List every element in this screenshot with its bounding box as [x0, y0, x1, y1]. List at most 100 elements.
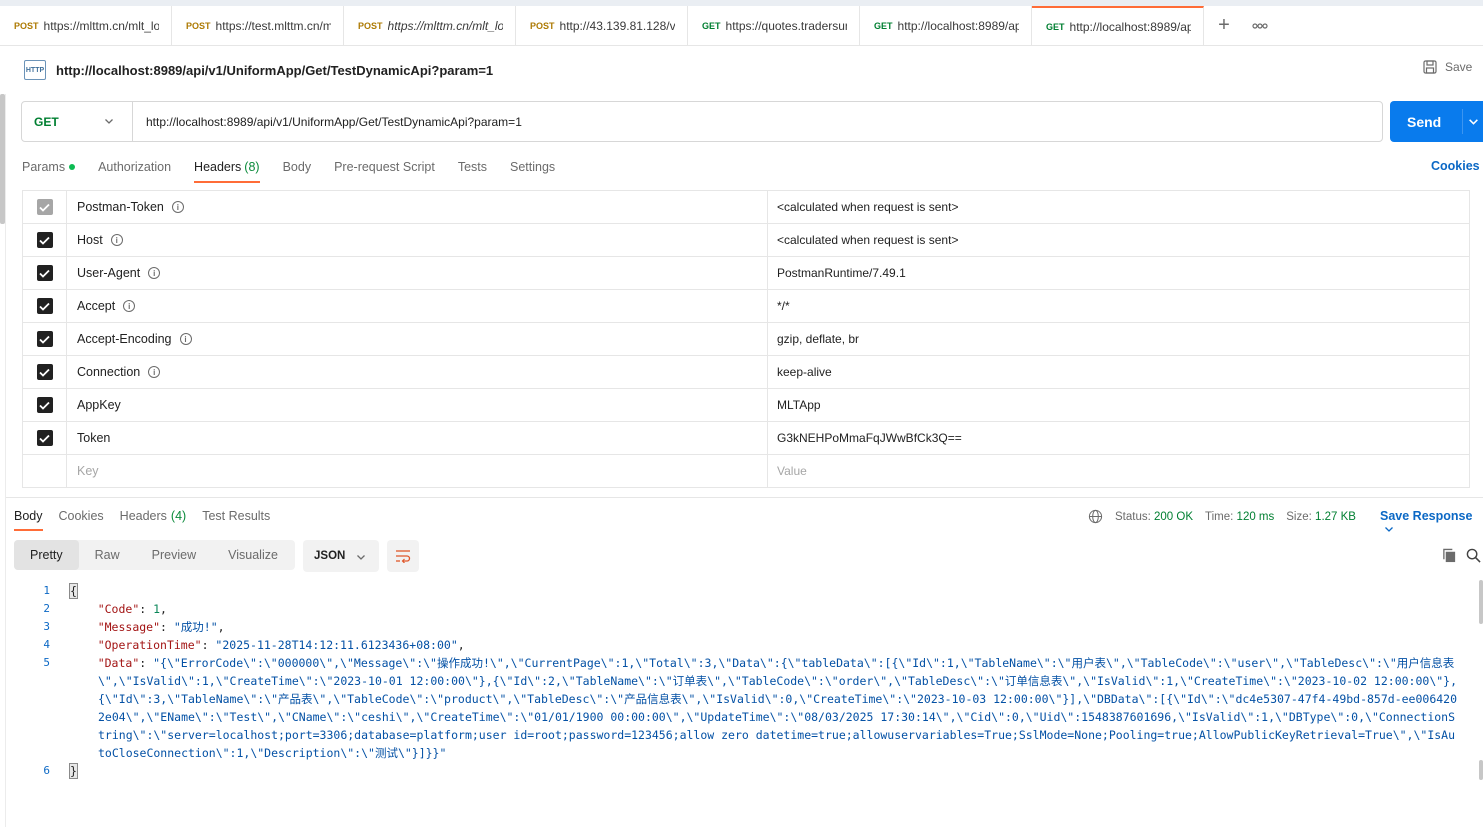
request-tab[interactable]: POST http://43.139.81.128/v1/v [516, 6, 688, 45]
header-key-cell[interactable]: Postman-Token i [67, 191, 768, 223]
tab-settings[interactable]: Settings [510, 152, 555, 182]
header-value-cell[interactable]: gzip, deflate, br [768, 323, 1470, 355]
header-value-cell[interactable]: G3kNEHPoMmaFqJWwBfCk3Q== [768, 422, 1470, 454]
header-checkbox[interactable] [36, 430, 53, 446]
tab-tests-label: Tests [457, 160, 487, 174]
header-checkbox[interactable] [36, 199, 53, 215]
header-checkbox[interactable] [36, 265, 53, 281]
header-key-cell[interactable]: Accept-Encoding i [67, 323, 768, 355]
method-select[interactable]: GET [22, 102, 133, 141]
view-visualize-button[interactable]: Visualize [212, 540, 294, 570]
tab-response-body-label: Body [14, 509, 43, 523]
save-button[interactable]: Save [1423, 60, 1472, 74]
info-icon[interactable]: i [110, 234, 123, 246]
code-line: 4 "OperationTime": "2025-11-28T14:12:11.… [0, 636, 1480, 654]
request-tab[interactable]: POST https://test.mlttm.cn/mlt [172, 6, 344, 45]
response-body-code[interactable]: 1{ 2 "Code": 1, 3 "Message": "成功!", 4 "O… [0, 582, 1480, 780]
tab-prerequest-script[interactable]: Pre-request Script [334, 152, 435, 182]
url-input[interactable]: http://localhost:8989/api/v1/UniformApp/… [133, 115, 1382, 129]
view-raw-button[interactable]: Raw [79, 540, 136, 570]
tab-test-results[interactable]: Test Results [202, 503, 270, 529]
tab-body[interactable]: Body [283, 152, 312, 182]
format-select[interactable]: JSON [303, 540, 379, 572]
send-button[interactable]: Send [1390, 101, 1483, 142]
view-preview-button[interactable]: Preview [136, 540, 212, 570]
scrollbar[interactable] [1479, 760, 1483, 780]
header-value-cell[interactable]: MLTApp [768, 389, 1470, 421]
info-icon[interactable]: i [171, 201, 184, 213]
header-value-cell[interactable]: <calculated when request is sent> [768, 224, 1470, 256]
request-title[interactable]: http://localhost:8989/api/v1/UniformApp/… [56, 63, 493, 78]
request-tab[interactable]: POST https://mlttm.cn/mlt_lon [0, 6, 172, 45]
search-icon[interactable] [1466, 548, 1481, 563]
response-tabs: Body Cookies Headers (4) Test Results [14, 503, 286, 531]
header-checkbox[interactable] [36, 232, 53, 248]
tab-url: https://test.mlttm.cn/mlt [215, 18, 331, 33]
copy-icon[interactable] [1442, 548, 1457, 563]
info-icon[interactable]: i [179, 333, 192, 345]
tab-response-body[interactable]: Body [14, 503, 43, 531]
time-readout[interactable]: Time: 120 ms [1205, 511, 1274, 523]
more-tabs-icon[interactable] [1244, 6, 1276, 45]
save-response-button[interactable]: Save Response [1380, 509, 1483, 537]
tab-test-results-label: Test Results [202, 509, 271, 523]
header-checkbox[interactable] [36, 364, 53, 380]
header-checkbox[interactable] [36, 298, 53, 314]
wrap-lines-icon [396, 550, 411, 563]
line-number: 4 [43, 638, 50, 651]
view-pretty-button[interactable]: Pretty [14, 540, 79, 570]
new-value-input[interactable]: Value [768, 455, 1470, 487]
tab-response-cookies[interactable]: Cookies [59, 503, 104, 529]
info-icon[interactable]: i [123, 300, 136, 312]
info-icon[interactable]: i [148, 366, 161, 378]
size-label: Size: [1286, 510, 1312, 523]
header-key: Connection [77, 365, 141, 379]
new-tab-plus-icon[interactable]: + [1204, 6, 1244, 45]
header-value-cell[interactable]: <calculated when request is sent> [768, 191, 1470, 223]
header-key-cell[interactable]: User-Agent i [67, 257, 768, 289]
table-row: AppKey MLTApp [22, 389, 1470, 422]
new-key-input[interactable]: Key [67, 455, 768, 487]
request-tab[interactable]: GET https://quotes.tradersuni [688, 6, 860, 45]
globe-icon[interactable] [1088, 509, 1103, 524]
status-readout[interactable]: Status: 200 OK [1115, 511, 1193, 523]
request-tab[interactable]: POST https://mlttm.cn/mlt_lon [344, 6, 516, 45]
send-label: Send [1407, 113, 1442, 130]
json-value: 1 [153, 602, 161, 616]
size-readout[interactable]: Size: 1.27 KB [1286, 511, 1356, 523]
header-key-cell[interactable]: Token [67, 422, 768, 454]
tab-method: POST [358, 20, 383, 31]
header-key-cell[interactable]: Connection i [67, 356, 768, 388]
header-key: Accept-Encoding [77, 332, 172, 346]
chevron-down-icon[interactable] [1468, 116, 1479, 127]
tab-headers[interactable]: Headers (8) [194, 152, 260, 183]
header-checkbox[interactable] [36, 331, 53, 347]
scrollbar[interactable] [1479, 580, 1483, 624]
chevron-down-icon [1385, 527, 1393, 532]
table-row: User-Agent i PostmanRuntime/7.49.1 [22, 257, 1470, 290]
cookies-link[interactable]: Cookies [1431, 159, 1480, 173]
tab-authorization[interactable]: Authorization [98, 152, 171, 182]
save-label: Save [1445, 60, 1473, 74]
info-icon[interactable]: i [148, 267, 161, 279]
tab-response-headers[interactable]: Headers (4) [120, 503, 187, 529]
header-value: keep-alive [777, 365, 832, 379]
header-checkbox[interactable] [36, 397, 53, 413]
header-value-cell[interactable]: keep-alive [768, 356, 1470, 388]
header-key-cell[interactable]: Accept i [67, 290, 768, 322]
request-tab[interactable]: GET http://localhost:8989/api/ [860, 6, 1032, 45]
code-line: 3 "Message": "成功!", [0, 618, 1480, 636]
pane-divider[interactable] [6, 497, 1483, 498]
header-value-cell[interactable]: PostmanRuntime/7.49.1 [768, 257, 1470, 289]
wrap-lines-button[interactable] [387, 540, 419, 572]
request-tab-active[interactable]: GET http://localhost:8989/api/ [1032, 6, 1204, 45]
tab-params[interactable]: Params [22, 152, 76, 182]
json-value: "{\"ErrorCode\":\"000000\",\"Message\":\… [98, 656, 1458, 760]
header-key-cell[interactable]: Host i [67, 224, 768, 256]
tab-response-cookies-label: Cookies [58, 509, 104, 523]
header-key-cell[interactable]: AppKey [67, 389, 768, 421]
code-line: 6} [0, 762, 1480, 780]
scrollbar[interactable] [0, 94, 5, 224]
header-value-cell[interactable]: */* [768, 290, 1470, 322]
tab-tests[interactable]: Tests [458, 152, 487, 182]
